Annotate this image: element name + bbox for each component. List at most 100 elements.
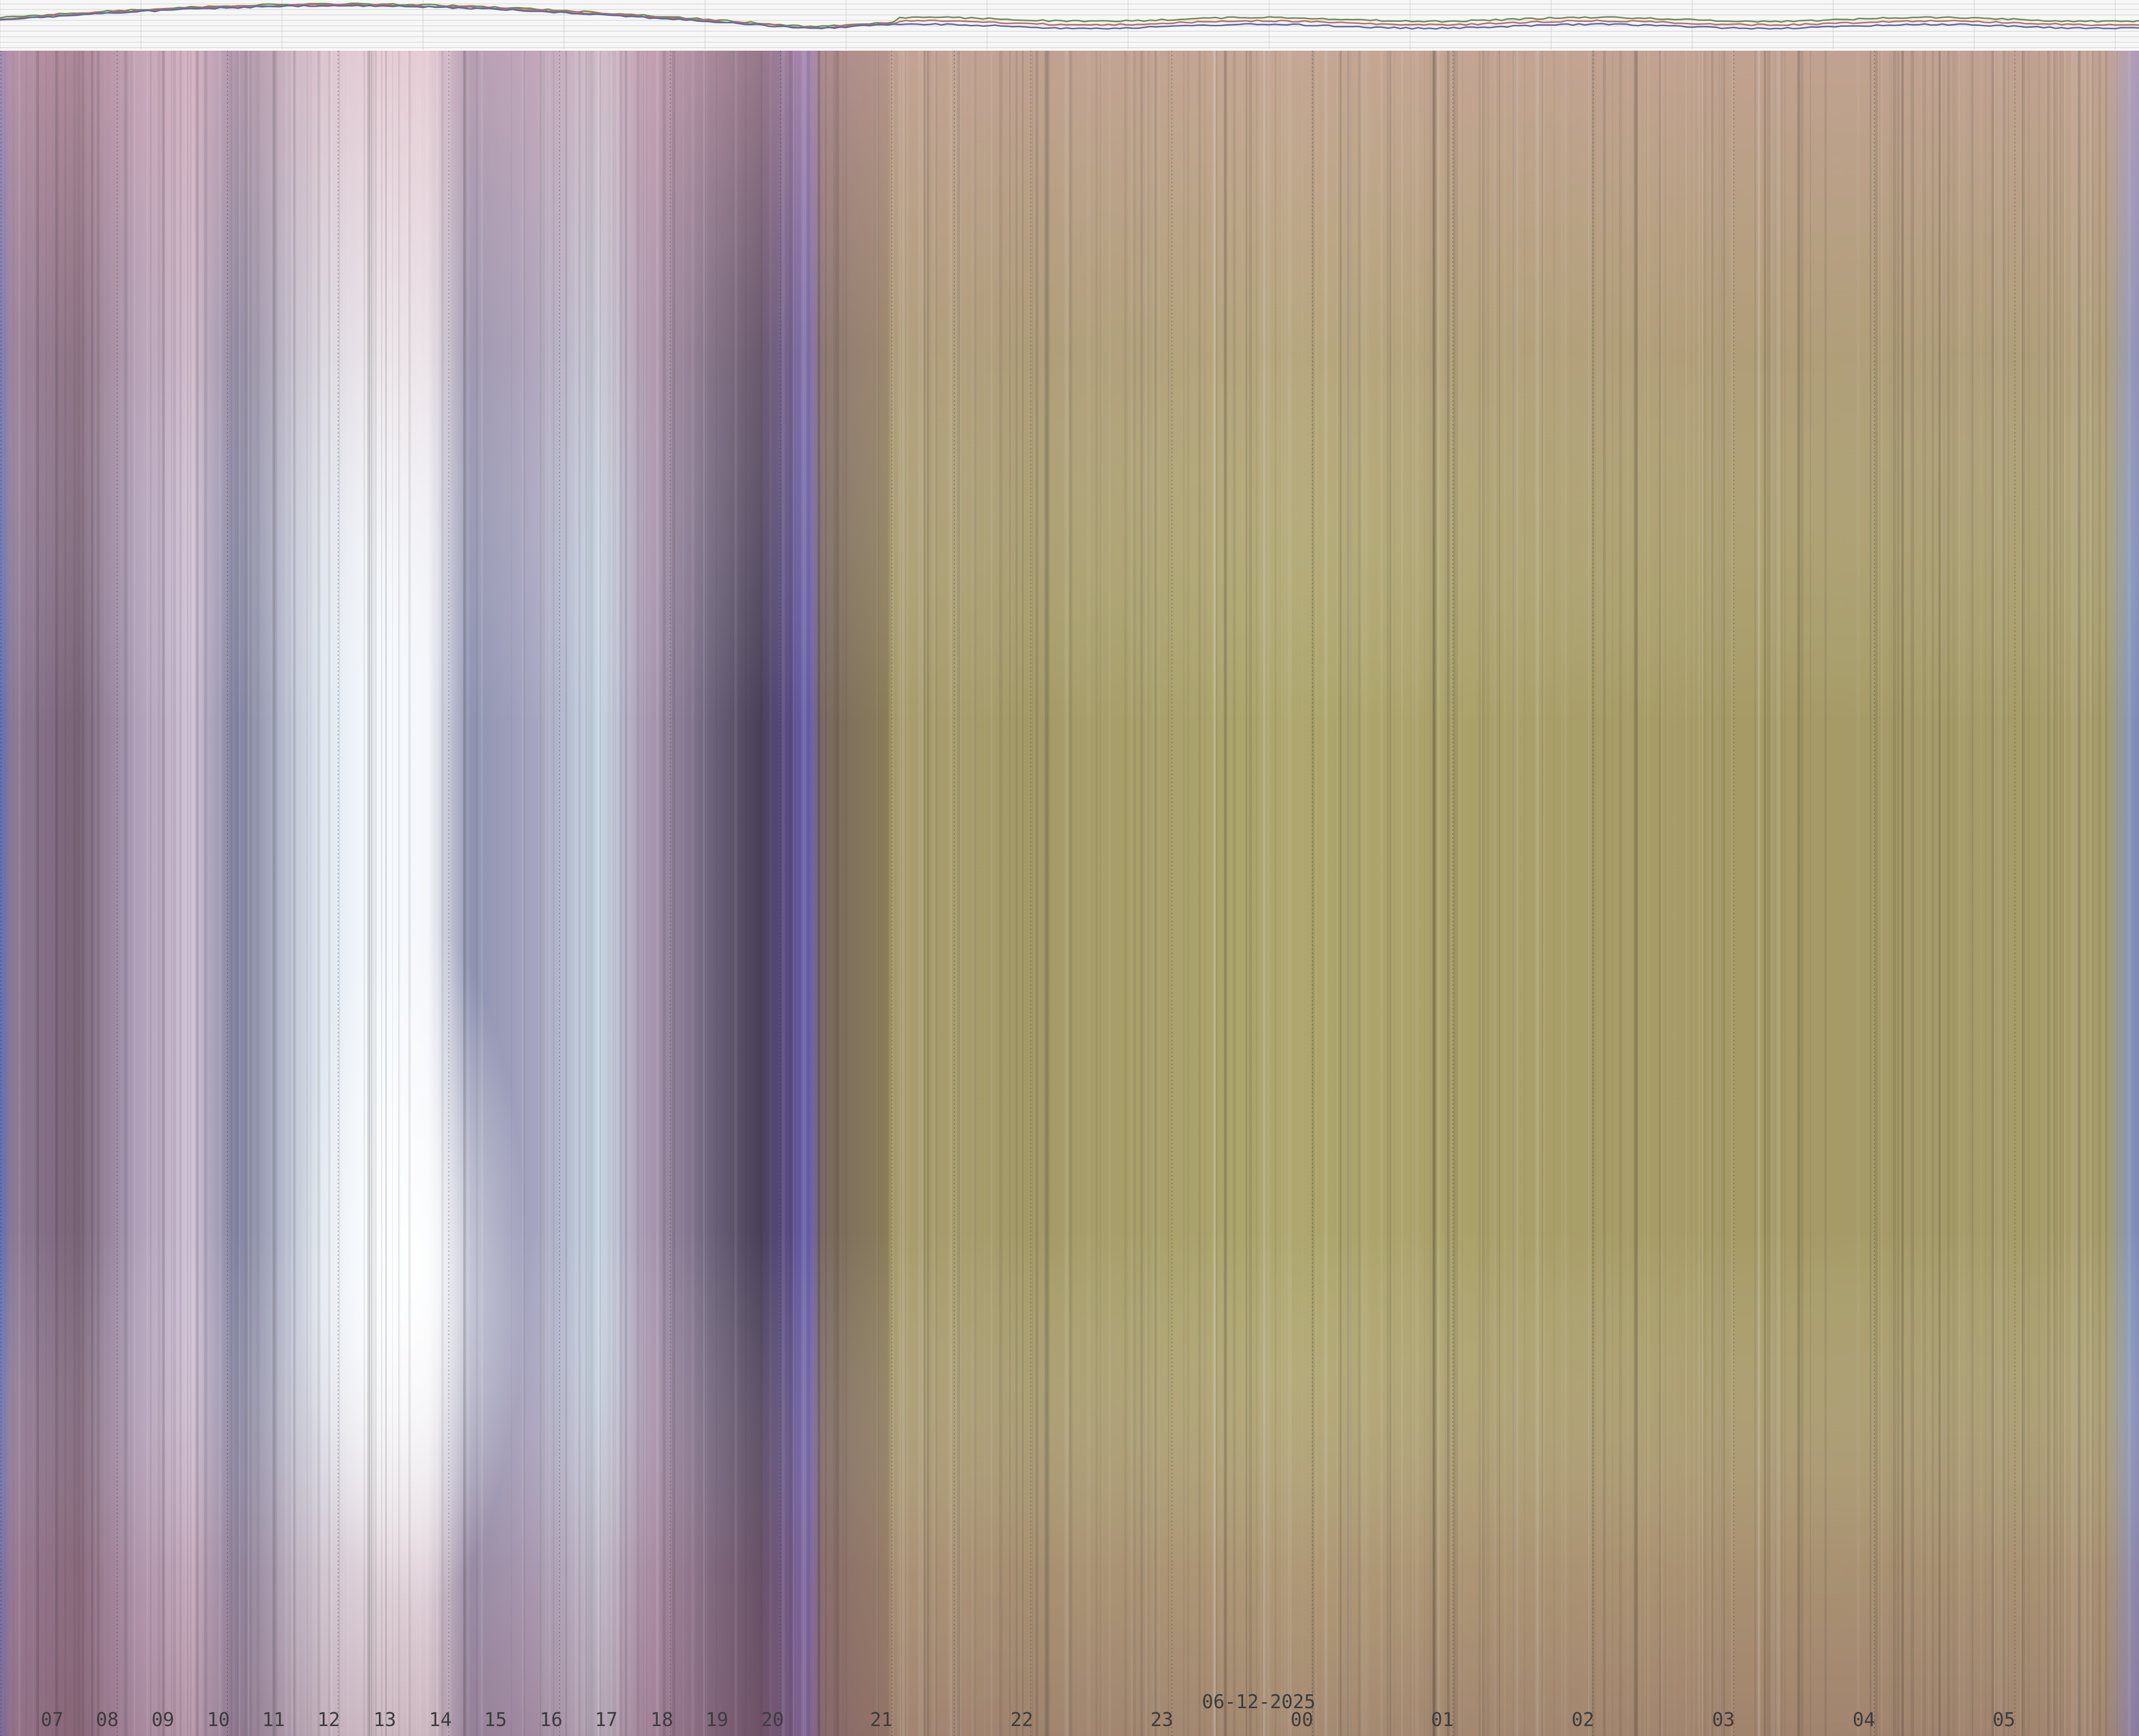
- streak: [1731, 51, 1733, 1736]
- streak: [1212, 51, 1216, 1736]
- streak: [760, 51, 762, 1736]
- streak: [2038, 51, 2040, 1736]
- streak: [1925, 51, 1926, 1736]
- hour-tick-label: 23: [1150, 1709, 1173, 1731]
- streak: [1612, 51, 1614, 1736]
- streak: [305, 51, 307, 1736]
- streak: [1910, 51, 1912, 1736]
- streak: [18, 51, 21, 1736]
- streak: [807, 51, 810, 1736]
- streak: [1478, 51, 1481, 1736]
- streak: [1561, 51, 1564, 1736]
- streak: [162, 51, 165, 1736]
- streak: [392, 51, 393, 1736]
- streak: [257, 51, 260, 1736]
- streak: [641, 51, 642, 1736]
- streak: [948, 51, 952, 1736]
- streak: [157, 51, 161, 1736]
- streak: [363, 51, 365, 1736]
- streak: [1644, 51, 1646, 1736]
- streak: [399, 51, 400, 1736]
- streak: [1326, 51, 1328, 1736]
- streak: [1140, 51, 1143, 1736]
- streak: [2019, 51, 2021, 1736]
- streak: [646, 51, 648, 1736]
- streak: [1541, 51, 1544, 1736]
- hour-tick-labels: 07 08 09 10 11 12 13 14 15 16 17 18 19 20 21 22 23 00 01 02…: [41, 1709, 2015, 1731]
- streak: [310, 51, 312, 1736]
- streak: [321, 51, 324, 1736]
- streak: [171, 51, 172, 1736]
- streak: [1685, 51, 1687, 1736]
- streak: [1036, 51, 1038, 1736]
- streak: [1955, 51, 1957, 1736]
- hour-tick-label: 07: [41, 1709, 64, 1731]
- streak: [1021, 51, 1022, 1736]
- streak: [369, 51, 370, 1736]
- streak: [1856, 51, 1860, 1736]
- streak: [1962, 51, 1965, 1736]
- streak: [2073, 51, 2076, 1736]
- hour-tick-label: 02: [1571, 1709, 1594, 1731]
- streak: [683, 51, 684, 1736]
- streak: [1758, 51, 1761, 1736]
- streak: [1661, 51, 1663, 1736]
- streak: [662, 51, 666, 1736]
- hour-tick-label: 19: [706, 1709, 728, 1731]
- streak: [1564, 51, 1567, 1736]
- streak: [1032, 51, 1033, 1736]
- streak: [545, 51, 548, 1736]
- streak: [1183, 51, 1184, 1736]
- streak: [2008, 51, 2009, 1736]
- streak: [574, 51, 578, 1736]
- streak: [672, 51, 675, 1736]
- streak: [610, 51, 614, 1736]
- streak: [73, 51, 76, 1736]
- streak: [585, 51, 587, 1736]
- streak: [833, 51, 837, 1736]
- streak: [895, 51, 898, 1736]
- streak: [733, 51, 737, 1736]
- hour-tick-label: 22: [1010, 1709, 1033, 1731]
- streak: [656, 51, 659, 1736]
- streak: [1897, 51, 1900, 1736]
- streak: [1776, 51, 1780, 1736]
- streak: [1168, 51, 1169, 1736]
- streak: [104, 51, 106, 1736]
- streak: [1187, 51, 1190, 1736]
- streak: [1070, 51, 1073, 1736]
- streak: [1635, 51, 1638, 1736]
- streak: [1349, 51, 1351, 1736]
- streak: [818, 51, 820, 1736]
- streak: [1702, 51, 1703, 1736]
- hour-tick-label: 15: [484, 1709, 507, 1731]
- streak: [463, 51, 467, 1736]
- streak: [4, 51, 6, 1736]
- streak: [706, 51, 707, 1736]
- streak: [1947, 51, 1950, 1736]
- streak: [955, 51, 959, 1736]
- streak: [1647, 51, 1650, 1736]
- streak: [296, 51, 300, 1736]
- streak: [419, 51, 420, 1736]
- streak: [1411, 51, 1412, 1736]
- streak: [1754, 51, 1756, 1736]
- streak: [971, 51, 974, 1736]
- streak: [1603, 51, 1606, 1736]
- hour-tick-label: 04: [1853, 1709, 1875, 1731]
- streak: [272, 51, 275, 1736]
- hour-tick-label: 05: [1993, 1709, 2015, 1731]
- streak: [583, 51, 586, 1736]
- streak: [1220, 51, 1222, 1736]
- streak: [1588, 51, 1589, 1736]
- streak: [1797, 51, 1800, 1736]
- streak: [598, 51, 600, 1736]
- streak: [539, 51, 542, 1736]
- streak: [548, 51, 551, 1736]
- streak: [2105, 51, 2107, 1736]
- streak: [935, 51, 937, 1736]
- streak: [2045, 51, 2047, 1736]
- streak: [285, 51, 288, 1736]
- streak: [2070, 51, 2073, 1736]
- streak: [1931, 51, 1934, 1736]
